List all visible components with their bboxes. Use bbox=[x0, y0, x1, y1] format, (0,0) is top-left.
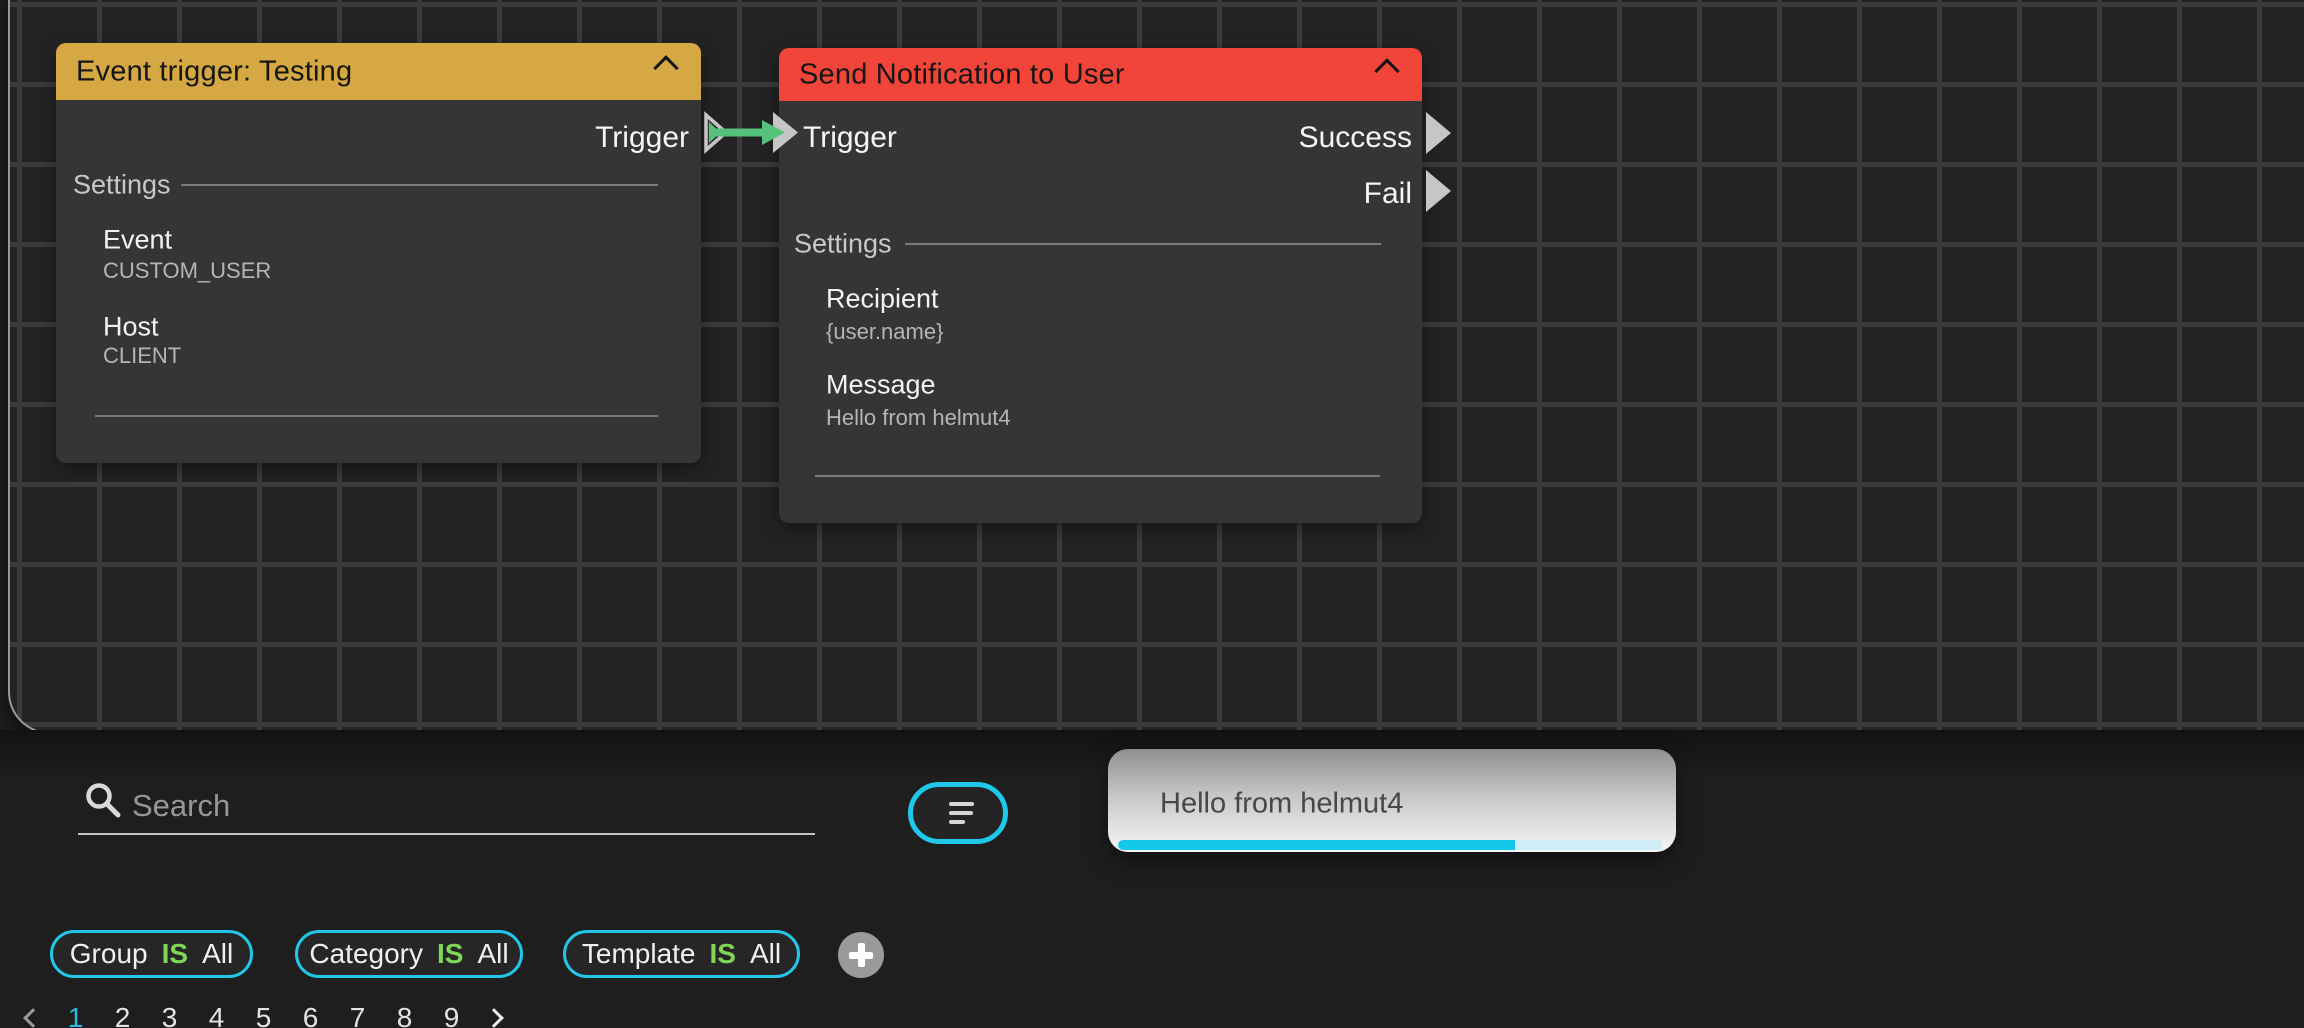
page-number-7[interactable]: 7 bbox=[334, 1002, 381, 1028]
chip-label: Category bbox=[309, 938, 424, 969]
field-label: Host bbox=[103, 311, 159, 342]
chip-operator: IS bbox=[709, 938, 736, 969]
node-event-trigger[interactable]: Event trigger: Testing Trigger Settings … bbox=[56, 43, 701, 463]
field-value: CLIENT bbox=[103, 343, 182, 368]
chip-value: All bbox=[202, 938, 234, 969]
field-label: Recipient bbox=[826, 283, 939, 314]
node-send-notification[interactable]: Send Notification to User Trigger Succes… bbox=[779, 48, 1422, 523]
chip-operator: IS bbox=[161, 938, 189, 969]
page-number-2[interactable]: 2 bbox=[99, 1002, 146, 1028]
field-value: CUSTOM_USER bbox=[103, 258, 272, 283]
toast-message: Hello from helmut4 bbox=[1160, 787, 1404, 820]
input-port-label-trigger: Trigger bbox=[803, 121, 897, 154]
chip-label: Template bbox=[581, 938, 696, 969]
filter-chip-group[interactable]: Group IS All bbox=[50, 930, 253, 978]
output-port-label-fail: Fail bbox=[1363, 177, 1412, 210]
node-title: Event trigger: Testing bbox=[76, 55, 353, 87]
field-value: {user.name} bbox=[826, 319, 944, 344]
pagination-prev-icon[interactable] bbox=[14, 1008, 52, 1028]
settings-section-label: Settings bbox=[794, 228, 892, 259]
pagination: 1 2 3 4 5 6 7 8 9 bbox=[14, 998, 513, 1028]
chevron-up-icon[interactable] bbox=[1374, 57, 1400, 84]
filter-chip-category[interactable]: Category IS All bbox=[295, 930, 523, 978]
page-number-3[interactable]: 3 bbox=[146, 1002, 193, 1028]
search-icon bbox=[86, 783, 121, 818]
settings-section-line bbox=[181, 184, 658, 186]
toast-progress-track bbox=[1118, 840, 1662, 850]
bottom-divider-line bbox=[95, 415, 658, 417]
page-number-1[interactable]: 1 bbox=[52, 1002, 99, 1028]
settings-section-line bbox=[905, 243, 1381, 245]
toast-notification[interactable]: Hello from helmut4 bbox=[1108, 749, 1676, 852]
page-number-4[interactable]: 4 bbox=[193, 1002, 240, 1028]
chip-operator: IS bbox=[437, 938, 464, 969]
page-number-6[interactable]: 6 bbox=[287, 1002, 334, 1028]
field-label: Message bbox=[826, 369, 936, 400]
settings-section-label: Settings bbox=[73, 169, 171, 200]
search-input[interactable] bbox=[130, 781, 774, 831]
search-underline bbox=[78, 833, 815, 835]
chip-value: All bbox=[477, 938, 509, 969]
workflow-editor: Event trigger: Testing Trigger Settings … bbox=[0, 0, 2304, 1028]
search-bar bbox=[78, 775, 815, 835]
node-title: Send Notification to User bbox=[799, 58, 1125, 90]
chip-value: All bbox=[749, 938, 782, 969]
field-label: Event bbox=[103, 224, 173, 255]
fail-port-triangle[interactable] bbox=[1424, 168, 1454, 214]
add-filter-button[interactable] bbox=[838, 932, 884, 978]
filter-button[interactable] bbox=[908, 782, 1008, 844]
success-port-triangle[interactable] bbox=[1424, 110, 1454, 156]
output-port-label-success: Success bbox=[1298, 121, 1412, 154]
chevron-up-icon[interactable] bbox=[653, 54, 679, 81]
node-header[interactable]: Send Notification to User bbox=[779, 48, 1422, 101]
filter-lines-icon bbox=[949, 802, 974, 829]
bottom-divider-line bbox=[815, 475, 1380, 477]
output-port-label-trigger: Trigger bbox=[595, 121, 689, 154]
node-header[interactable]: Event trigger: Testing bbox=[56, 43, 701, 100]
connection-trigger-to-trigger[interactable] bbox=[700, 108, 805, 160]
page-number-5[interactable]: 5 bbox=[240, 1002, 287, 1028]
page-number-9[interactable]: 9 bbox=[428, 1002, 475, 1028]
field-value: Hello from helmut4 bbox=[826, 405, 1011, 430]
toast-progress-fill bbox=[1118, 840, 1516, 850]
pagination-next-icon[interactable] bbox=[475, 1008, 513, 1028]
page-number-8[interactable]: 8 bbox=[381, 1002, 428, 1028]
filter-chip-template[interactable]: Template IS All bbox=[563, 930, 800, 978]
chip-label: Group bbox=[69, 938, 148, 969]
